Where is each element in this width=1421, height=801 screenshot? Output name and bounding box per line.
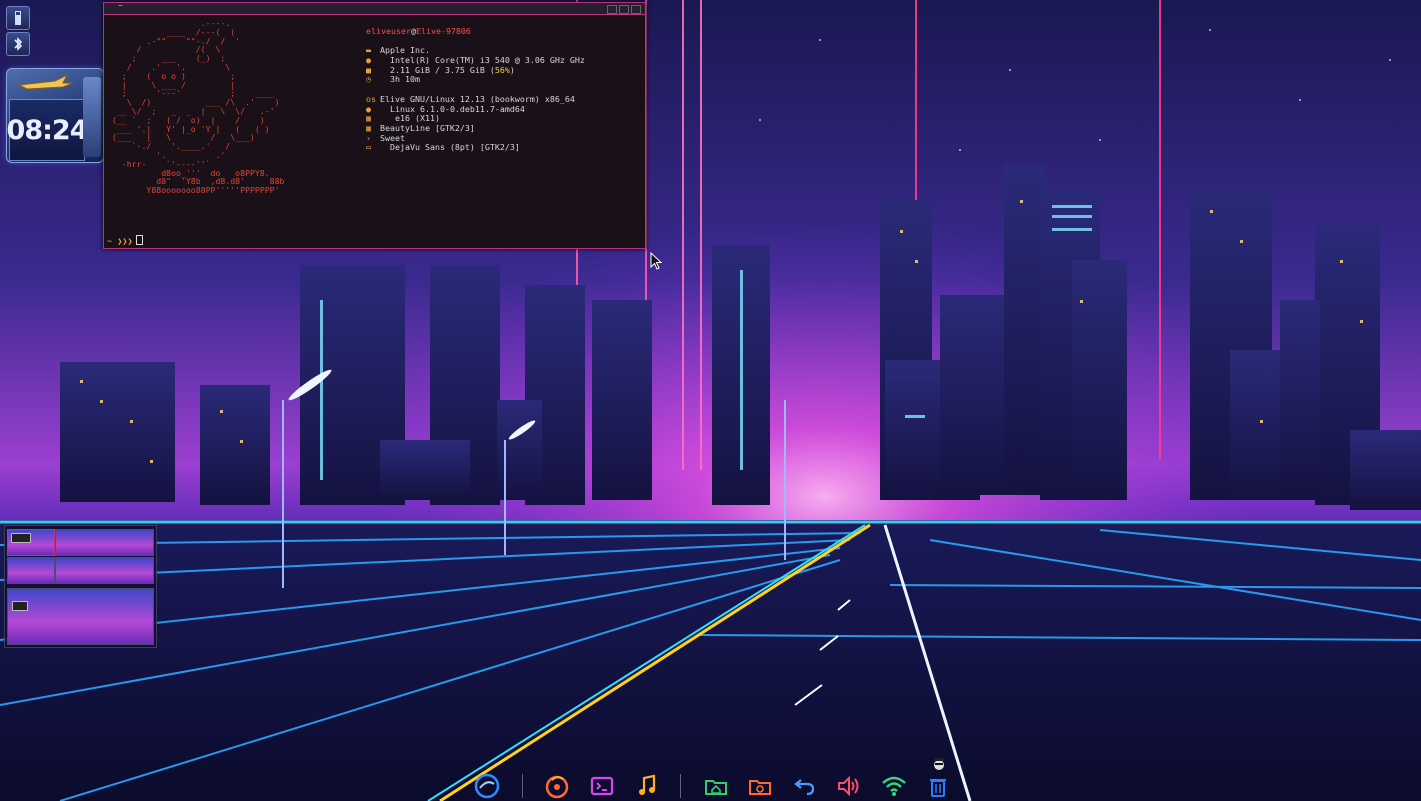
- terminal-titlebar[interactable]: ~: [104, 1, 645, 15]
- fetch-info: eliveuser@Elive-97806 ▬ Apple Inc. ● Inte…: [366, 26, 585, 153]
- trash-icon[interactable]: [924, 773, 952, 799]
- tray-gadget: [6, 4, 32, 56]
- pager-desktop-4[interactable]: [55, 557, 154, 584]
- terminal-title: ~: [118, 1, 123, 10]
- clock-time: 08:24: [7, 99, 88, 161]
- pager-desktop-2[interactable]: [55, 529, 154, 556]
- trash-mascot-icon: [933, 758, 945, 770]
- clock-side-panel: [83, 77, 101, 157]
- firefox-icon[interactable]: [543, 773, 571, 799]
- terminal-body[interactable]: .----. ____ /---( ( .-"" ""-./ / ' / /( …: [104, 15, 645, 248]
- pager-window-thumb: [11, 533, 31, 543]
- dock-bar: [0, 770, 1421, 801]
- text-cursor: [135, 235, 143, 245]
- font-icon: ▭: [366, 142, 371, 153]
- pager-desktop-1[interactable]: [7, 529, 55, 556]
- minimize-button[interactable]: [607, 5, 617, 14]
- elive-menu-icon[interactable]: [473, 773, 501, 799]
- username: eliveuser: [366, 26, 411, 36]
- dock-separator: [522, 774, 523, 798]
- usb-drive-icon[interactable]: [6, 6, 30, 30]
- screenshot-icon[interactable]: [746, 773, 774, 799]
- volume-icon[interactable]: [835, 773, 863, 799]
- terminal-window[interactable]: ~ .----. ____ /---( ( .-"" ""-./ / ' / /…: [103, 1, 646, 249]
- music-player-icon[interactable]: [633, 773, 661, 799]
- wifi-icon[interactable]: [880, 773, 908, 799]
- uptime-line: ◷ 3h 10m: [366, 74, 420, 85]
- hostname: Elive-97806: [415, 26, 471, 36]
- shell-prompt[interactable]: ~ ❯❯❯: [107, 235, 143, 247]
- home-folder-icon[interactable]: [702, 773, 730, 799]
- undo-icon[interactable]: [791, 773, 819, 799]
- ascii-art-logo: .----. ____ /---( ( .-"" ""-./ / ' / /( …: [111, 18, 285, 196]
- maximize-button[interactable]: [619, 5, 629, 14]
- airplane-icon: [15, 71, 75, 93]
- dock-separator: [680, 774, 681, 798]
- pager-window-thumb: [12, 601, 28, 611]
- bluetooth-icon[interactable]: [6, 32, 30, 56]
- pager-desktop-3[interactable]: [7, 557, 55, 584]
- user-host-line: eliveuser@Elive-97806: [366, 26, 585, 37]
- terminal-icon[interactable]: [588, 773, 616, 799]
- font-line: ▭ DejaVu Sans (8pt) [GTK2/3]: [366, 142, 520, 153]
- mouse-pointer-icon: [650, 252, 663, 270]
- pager-desktop-5[interactable]: [7, 588, 154, 645]
- close-button[interactable]: [631, 5, 641, 14]
- clock-gadget[interactable]: 08:24: [6, 68, 104, 163]
- desktop-pager[interactable]: [4, 525, 157, 648]
